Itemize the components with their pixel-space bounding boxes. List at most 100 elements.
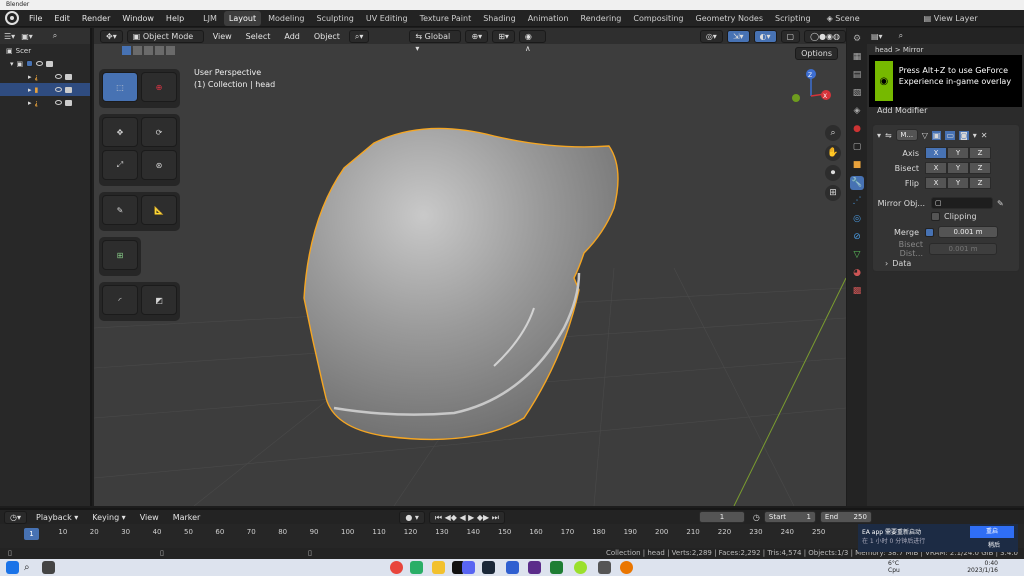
editor-type-icon[interactable]: ▤▾ bbox=[871, 32, 883, 41]
camera-icon[interactable] bbox=[46, 60, 54, 67]
editor-type-button[interactable]: ✥▾ bbox=[100, 29, 123, 43]
chrome-icon[interactable] bbox=[390, 561, 403, 574]
clipping-row[interactable]: Clipping bbox=[931, 212, 977, 221]
camera-icon[interactable] bbox=[65, 86, 73, 93]
menu-file[interactable]: File bbox=[23, 10, 48, 27]
search-icon[interactable]: ⌕ bbox=[899, 31, 903, 41]
view-layer-tab-icon[interactable]: ▧ bbox=[850, 86, 864, 100]
search-icon[interactable]: ⌕ bbox=[24, 561, 37, 574]
eye-icon[interactable] bbox=[55, 100, 63, 105]
axis-z-toggle[interactable]: Z bbox=[969, 147, 991, 159]
transform-orientation-dropdown[interactable]: ⇆ Global ▾ bbox=[409, 29, 462, 53]
menu-playback[interactable]: Playback ▾ bbox=[31, 513, 83, 522]
eyedropper-icon[interactable]: ✎ bbox=[997, 199, 1004, 208]
menu-window[interactable]: Window bbox=[116, 10, 160, 27]
axis-x-toggle[interactable]: X bbox=[925, 147, 947, 159]
world-tab-icon[interactable]: ● bbox=[850, 122, 864, 136]
object-tab-icon[interactable]: ■ bbox=[850, 158, 864, 172]
select-invert-icon[interactable] bbox=[155, 46, 164, 55]
select-extend-icon[interactable] bbox=[133, 46, 142, 55]
current-frame-indicator[interactable]: 1 bbox=[24, 528, 39, 540]
exclude-checkbox[interactable] bbox=[26, 60, 34, 67]
notification-later-button[interactable]: 稍后 bbox=[988, 540, 1000, 549]
zoom-icon[interactable]: ⌕ bbox=[825, 125, 841, 141]
gizmo-toggle[interactable]: ⇲▾ bbox=[726, 29, 750, 43]
clock[interactable]: 0:40 2023/1/16 bbox=[967, 560, 998, 574]
edit-mode-icon[interactable]: ▽ bbox=[922, 131, 928, 140]
expand-icon[interactable]: ▸ bbox=[28, 73, 32, 81]
windows-start-icon[interactable] bbox=[6, 561, 19, 574]
outliner-row-scene[interactable]: ▣ Scer bbox=[0, 44, 90, 57]
texture-tab-icon[interactable]: ▩ bbox=[850, 284, 864, 298]
menu-object[interactable]: Object bbox=[309, 32, 345, 41]
render-tab-icon[interactable]: ▦ bbox=[850, 50, 864, 64]
collapse-icon[interactable]: ▾ bbox=[877, 131, 881, 140]
rotate-tool[interactable]: ⟳ bbox=[141, 117, 177, 147]
steam-icon[interactable] bbox=[482, 561, 495, 574]
shading-modes[interactable]: ◯●◉◍ bbox=[804, 29, 846, 43]
tab-shading[interactable]: Shading bbox=[478, 11, 521, 26]
tab-layout[interactable]: Layout bbox=[223, 10, 262, 26]
shear-tool[interactable]: ◜ bbox=[102, 285, 138, 315]
cage-toggle-icon[interactable]: ▣ bbox=[931, 130, 942, 140]
next-app-icon[interactable] bbox=[528, 561, 541, 574]
menu-marker[interactable]: Marker bbox=[168, 513, 206, 522]
mode-dropdown[interactable]: ▣ Object Mode ▾ bbox=[126, 29, 204, 53]
data-subpanel-header[interactable]: › Data bbox=[885, 259, 911, 268]
measure-tool[interactable]: 📐 bbox=[141, 195, 177, 225]
record-button[interactable]: ● ▾ bbox=[399, 510, 425, 524]
menu-render[interactable]: Render bbox=[76, 10, 116, 27]
notification-restart-button[interactable]: 重启 bbox=[970, 526, 1014, 538]
select-subtract-icon[interactable] bbox=[144, 46, 153, 55]
menu-keying[interactable]: Keying ▾ bbox=[87, 513, 130, 522]
rip-tool[interactable]: ◩ bbox=[141, 285, 177, 315]
grid-view-icon[interactable]: ⊞ bbox=[825, 185, 841, 201]
merge-distance-field[interactable]: 0.001 m bbox=[938, 226, 998, 238]
menu-help[interactable]: Help bbox=[160, 10, 190, 27]
bisect-y-toggle[interactable]: Y bbox=[947, 162, 969, 174]
blender-taskbar-icon[interactable] bbox=[620, 561, 633, 574]
expand-icon[interactable]: ▸ bbox=[28, 86, 32, 94]
modifier-name-field[interactable]: M... bbox=[895, 129, 918, 141]
expand-icon[interactable]: ▾ bbox=[10, 60, 14, 68]
editor-type-button[interactable]: ◷▾ bbox=[4, 510, 27, 524]
camera-icon[interactable] bbox=[65, 99, 73, 106]
mirror-object-field[interactable]: ▢ bbox=[931, 197, 993, 209]
pivot-dropdown[interactable]: ⊕▾ bbox=[465, 29, 489, 43]
xray-toggle[interactable]: ▢ bbox=[780, 29, 801, 43]
task-view-icon[interactable] bbox=[42, 561, 55, 574]
pan-hand-icon[interactable]: ✋ bbox=[825, 145, 841, 161]
scale-tool[interactable]: ⤢ bbox=[102, 150, 138, 180]
tab-texture-paint[interactable]: Texture Paint bbox=[415, 11, 477, 26]
camera-view-icon[interactable]: ⏺ bbox=[825, 165, 841, 181]
weather-widget[interactable]: 6°C Cpu bbox=[888, 560, 900, 574]
expand-icon[interactable]: ▸ bbox=[28, 99, 32, 107]
proportional-edit-toggle[interactable]: ◉ ∧ bbox=[518, 29, 546, 53]
cursor-tool[interactable]: ⊕ bbox=[141, 72, 177, 102]
outliner-row-object-head[interactable]: ▸ ▮ bbox=[0, 83, 90, 96]
bisect-z-toggle[interactable]: Z bbox=[969, 162, 991, 174]
render-toggle-icon[interactable]: ◙ bbox=[959, 130, 969, 140]
menu-edit[interactable]: Edit bbox=[48, 10, 76, 27]
ea-notification[interactable]: EA app 需要重新启动 在 1 小时 0 分钟后进行 重启 稍后 bbox=[858, 524, 1018, 552]
bisect-x-toggle[interactable]: X bbox=[925, 162, 947, 174]
menu-timeline-view[interactable]: View bbox=[135, 513, 164, 522]
snap-toggle[interactable]: ⌕▾ bbox=[348, 29, 370, 43]
select-box-tool[interactable]: ⬚ bbox=[102, 72, 138, 102]
transform-tool[interactable]: ⊛ bbox=[141, 150, 177, 180]
start-frame-field[interactable]: Start 1 bbox=[763, 511, 816, 523]
view-layer-selector[interactable]: ▤ View Layer bbox=[919, 11, 983, 26]
options-button[interactable]: Options bbox=[795, 47, 838, 60]
word-icon[interactable] bbox=[506, 561, 519, 574]
timeline-ruler[interactable]: 1102030405060708090100110120130140150160… bbox=[0, 528, 840, 540]
move-tool[interactable]: ✥ bbox=[102, 117, 138, 147]
add-modifier-dropdown[interactable]: Add Modifier bbox=[873, 104, 1019, 117]
close-icon[interactable]: ✕ bbox=[981, 131, 988, 140]
constraints-tab-icon[interactable]: ⊘ bbox=[850, 230, 864, 244]
file-explorer-icon[interactable] bbox=[432, 561, 445, 574]
geforce-overlay-popup[interactable]: ◉ Press Alt+Z to use GeForce Experience … bbox=[869, 55, 1022, 107]
wechat-icon[interactable] bbox=[410, 561, 423, 574]
search-icon[interactable]: ⌕ bbox=[53, 31, 57, 41]
visibility-dropdown[interactable]: ◎▾ bbox=[699, 29, 723, 43]
eye-icon[interactable] bbox=[36, 61, 44, 66]
